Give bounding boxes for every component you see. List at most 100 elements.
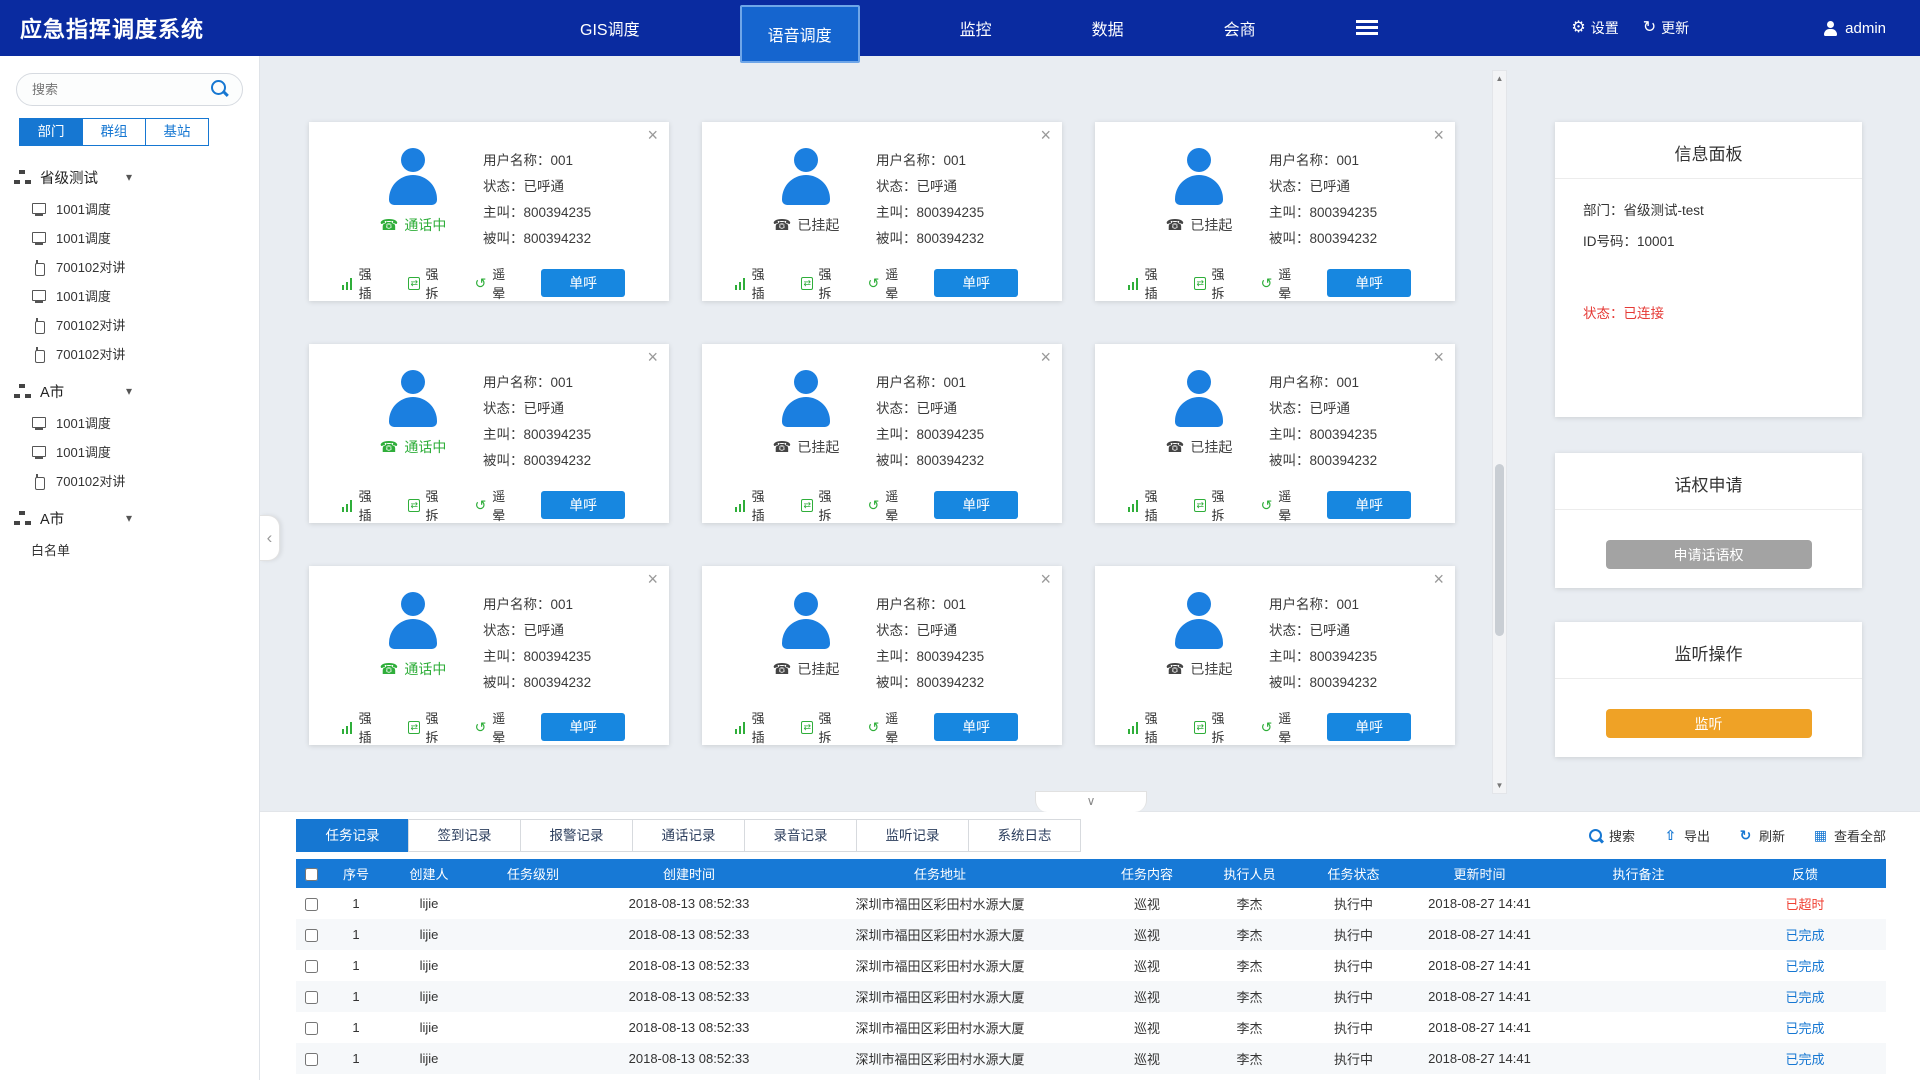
- close-icon[interactable]: ×: [1433, 347, 1444, 369]
- card-action-button[interactable]: 强插: [341, 486, 384, 524]
- tree-item[interactable]: 1001调度: [0, 437, 259, 466]
- tree-item[interactable]: 1001调度: [0, 223, 259, 252]
- single-call-button[interactable]: 单呼: [934, 713, 1018, 741]
- single-call-button[interactable]: 单呼: [934, 269, 1018, 297]
- search-input[interactable]: [16, 73, 243, 106]
- feedback-link[interactable]: 已完成: [1785, 928, 1824, 943]
- nav-item[interactable]: 数据: [1092, 0, 1124, 56]
- feedback-link[interactable]: 已完成: [1785, 959, 1824, 974]
- card-action-button[interactable]: 强插: [734, 708, 777, 746]
- task-row[interactable]: 1 lijie 2018-08-13 08:52:33 深圳市福田区彩田村水源大…: [296, 981, 1886, 1012]
- single-call-button[interactable]: 单呼: [1327, 269, 1411, 297]
- tree-item[interactable]: 700102对讲: [0, 466, 259, 495]
- card-action-button[interactable]: 遥晕: [475, 486, 518, 524]
- main-scrollbar[interactable]: ▲ ▼: [1492, 70, 1507, 794]
- nav-item[interactable]: 监控: [960, 0, 992, 56]
- card-action-button[interactable]: 强拆: [408, 708, 451, 746]
- card-action-button[interactable]: 遥晕: [1261, 708, 1304, 746]
- tree-item[interactable]: 700102对讲: [0, 310, 259, 339]
- tree-item[interactable]: 1001调度: [0, 194, 259, 223]
- nav-item[interactable]: 会商: [1224, 0, 1256, 56]
- nav-item[interactable]: GIS调度: [580, 0, 640, 56]
- close-icon[interactable]: ×: [1040, 347, 1051, 369]
- feedback-link[interactable]: 已超时: [1785, 897, 1824, 912]
- expand-records-button[interactable]: ∨: [1035, 791, 1147, 812]
- card-action-button[interactable]: 强插: [734, 486, 777, 524]
- close-icon[interactable]: ×: [647, 569, 658, 591]
- close-icon[interactable]: ×: [1433, 125, 1444, 147]
- single-call-button[interactable]: 单呼: [1327, 491, 1411, 519]
- tool-button[interactable]: 刷新: [1737, 826, 1785, 845]
- sidebar-tab[interactable]: 群组: [82, 118, 146, 146]
- card-action-button[interactable]: 遥晕: [1261, 264, 1304, 302]
- tree-item[interactable]: 1001调度: [0, 408, 259, 437]
- feedback-link[interactable]: 已完成: [1785, 990, 1824, 1005]
- record-tab[interactable]: 报警记录: [520, 819, 633, 852]
- card-action-button[interactable]: 强拆: [1194, 264, 1237, 302]
- row-checkbox[interactable]: [305, 898, 318, 911]
- tree-item[interactable]: 白名单: [0, 535, 259, 564]
- close-icon[interactable]: ×: [647, 125, 658, 147]
- user-menu[interactable]: admin: [1823, 20, 1886, 37]
- menu-button[interactable]: [1356, 0, 1378, 56]
- card-action-button[interactable]: 强插: [1127, 264, 1170, 302]
- tree-group-row[interactable]: A市 ▾: [0, 374, 259, 408]
- row-checkbox[interactable]: [305, 1022, 318, 1035]
- card-action-button[interactable]: 遥晕: [475, 708, 518, 746]
- card-action-button[interactable]: 强拆: [801, 708, 844, 746]
- card-action-button[interactable]: 遥晕: [868, 264, 911, 302]
- tool-button[interactable]: 导出: [1662, 826, 1710, 845]
- tool-button[interactable]: 查看全部: [1812, 826, 1886, 845]
- single-call-button[interactable]: 单呼: [934, 491, 1018, 519]
- close-icon[interactable]: ×: [1040, 125, 1051, 147]
- record-tab[interactable]: 通话记录: [632, 819, 745, 852]
- nav-item[interactable]: 语音调度: [740, 5, 860, 63]
- card-action-button[interactable]: 强插: [1127, 486, 1170, 524]
- tool-button[interactable]: 搜索: [1587, 826, 1635, 845]
- apply-talk-right-button[interactable]: 申请话语权: [1606, 540, 1812, 569]
- card-action-button[interactable]: 遥晕: [475, 264, 518, 302]
- tree-item[interactable]: 700102对讲: [0, 252, 259, 281]
- row-checkbox[interactable]: [305, 960, 318, 973]
- record-tab[interactable]: 监听记录: [856, 819, 969, 852]
- scrollbar-thumb[interactable]: [1495, 464, 1504, 636]
- single-call-button[interactable]: 单呼: [541, 269, 625, 297]
- caret-down-icon[interactable]: ▾: [126, 170, 132, 184]
- close-icon[interactable]: ×: [1433, 569, 1444, 591]
- card-action-button[interactable]: 强插: [734, 264, 777, 302]
- tree-item[interactable]: 700102对讲: [0, 339, 259, 368]
- monitor-button[interactable]: 监听: [1606, 709, 1812, 738]
- card-action-button[interactable]: 强插: [1127, 708, 1170, 746]
- sidebar-collapse-button[interactable]: ‹: [260, 515, 280, 561]
- settings-button[interactable]: ⚙ 设置: [1571, 18, 1618, 38]
- row-checkbox[interactable]: [305, 929, 318, 942]
- tree-group-row[interactable]: A市 ▾: [0, 501, 259, 535]
- caret-down-icon[interactable]: ▾: [126, 511, 132, 525]
- record-tab[interactable]: 任务记录: [296, 819, 409, 852]
- record-tab[interactable]: 录音记录: [744, 819, 857, 852]
- card-action-button[interactable]: 强插: [341, 264, 384, 302]
- feedback-link[interactable]: 已完成: [1785, 1052, 1824, 1067]
- single-call-button[interactable]: 单呼: [541, 713, 625, 741]
- scroll-up-icon[interactable]: ▲: [1493, 71, 1506, 86]
- card-action-button[interactable]: 强插: [341, 708, 384, 746]
- sidebar-tab[interactable]: 基站: [145, 118, 209, 146]
- close-icon[interactable]: ×: [647, 347, 658, 369]
- card-action-button[interactable]: 遥晕: [868, 708, 911, 746]
- single-call-button[interactable]: 单呼: [1327, 713, 1411, 741]
- select-all-checkbox[interactable]: [305, 868, 318, 881]
- tree-item[interactable]: 1001调度: [0, 281, 259, 310]
- task-row[interactable]: 1 lijie 2018-08-13 08:52:33 深圳市福田区彩田村水源大…: [296, 1043, 1886, 1074]
- card-action-button[interactable]: 强拆: [1194, 708, 1237, 746]
- card-action-button[interactable]: 强拆: [408, 264, 451, 302]
- row-checkbox[interactable]: [305, 991, 318, 1004]
- record-tab[interactable]: 系统日志: [968, 819, 1081, 852]
- task-row[interactable]: 1 lijie 2018-08-13 08:52:33 深圳市福田区彩田村水源大…: [296, 950, 1886, 981]
- card-action-button[interactable]: 遥晕: [1261, 486, 1304, 524]
- card-action-button[interactable]: 强拆: [408, 486, 451, 524]
- record-tab[interactable]: 签到记录: [408, 819, 521, 852]
- task-row[interactable]: 1 lijie 2018-08-13 08:52:33 深圳市福田区彩田村水源大…: [296, 1012, 1886, 1043]
- update-button[interactable]: ↻ 更新: [1643, 18, 1689, 38]
- row-checkbox[interactable]: [305, 1053, 318, 1066]
- task-row[interactable]: 1 lijie 2018-08-13 08:52:33 深圳市福田区彩田村水源大…: [296, 888, 1886, 919]
